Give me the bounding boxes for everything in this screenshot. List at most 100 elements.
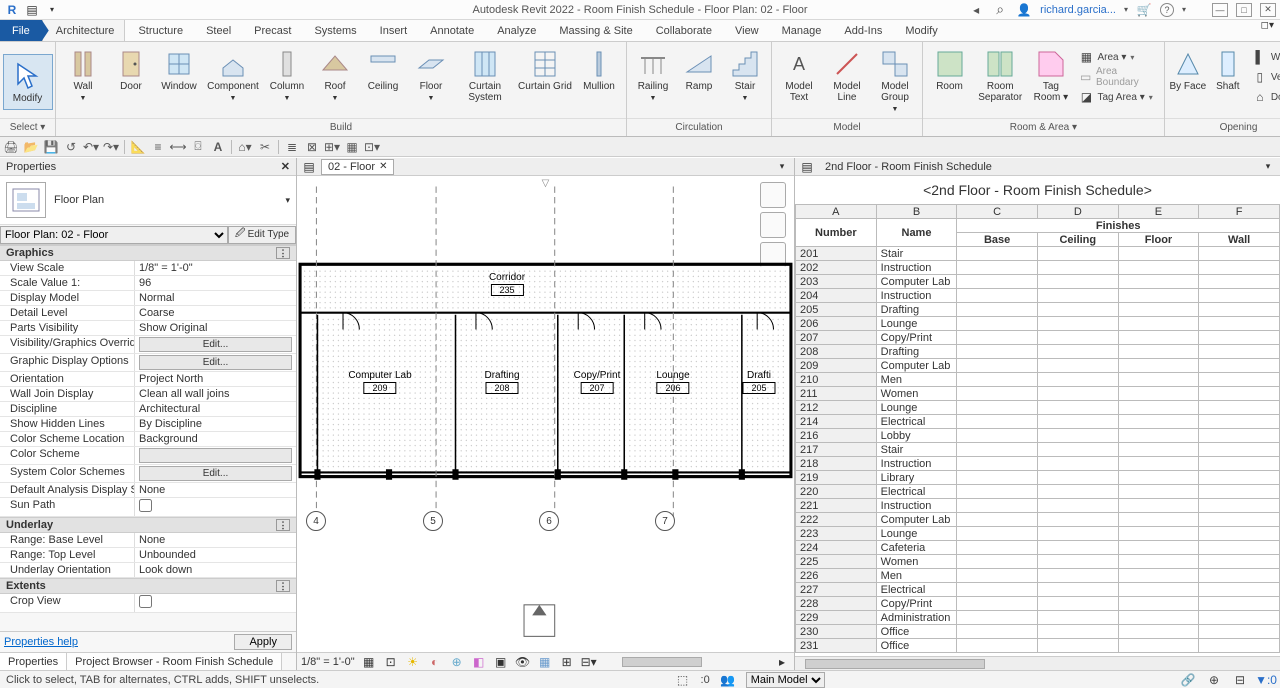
table-row[interactable]: 208Drafting (796, 345, 1280, 359)
prop-row[interactable]: Parts VisibilityShow Original (0, 321, 296, 336)
prop-row[interactable]: View Scale1/8" = 1'-0" (0, 261, 296, 276)
prop-row[interactable]: Range: Base LevelNone (0, 533, 296, 548)
qat-3d-icon[interactable]: ⌂▾ (238, 140, 252, 154)
apply-button[interactable]: Apply (234, 634, 292, 650)
model-group-button[interactable]: Model Group▼ (872, 46, 918, 116)
table-row[interactable]: 223Lounge (796, 527, 1280, 541)
room-separator-button[interactable]: Room Separator (974, 46, 1026, 105)
qat-redo-icon[interactable]: ↷▾ (104, 140, 118, 154)
prop-row[interactable]: System Color SchemesEdit... (0, 465, 296, 483)
prop-row[interactable]: Show Hidden LinesBy Discipline (0, 417, 296, 432)
ramp-button[interactable]: Ramp (677, 46, 721, 94)
ribbon-tab-massing-site[interactable]: Massing & Site (546, 20, 642, 41)
table-row[interactable]: 211Women (796, 387, 1280, 401)
prop-row[interactable]: Display ModelNormal (0, 291, 296, 306)
table-row[interactable]: 224Cafeteria (796, 541, 1280, 555)
qat-text-icon[interactable]: A (211, 140, 225, 154)
column-button[interactable]: Column▼ (264, 46, 310, 105)
ribbon-tab-modify[interactable]: Modify (892, 20, 947, 41)
view-tab-list-icon[interactable]: ▤ (301, 159, 317, 175)
qat-home-icon[interactable]: 🖨 (4, 140, 18, 154)
qat-undo-icon[interactable]: ↶▾ (84, 140, 98, 154)
prop-row[interactable]: Color Scheme LocationBackground (0, 432, 296, 447)
qat-more-icon[interactable]: ⊡▾ (365, 140, 379, 154)
prop-checkbox[interactable] (139, 499, 152, 512)
model-line-button[interactable]: Model Line (824, 46, 870, 105)
prop-row[interactable]: Default Analysis Display St...None (0, 483, 296, 498)
table-row[interactable]: 214Electrical (796, 415, 1280, 429)
prop-row[interactable]: Underlay OrientationLook down (0, 563, 296, 578)
vc-shadow-icon[interactable]: ◐ (427, 654, 443, 670)
ribbon-tab-insert[interactable]: Insert (367, 20, 418, 41)
table-row[interactable]: 220Electrical (796, 485, 1280, 499)
stair-button[interactable]: Stair▼ (723, 46, 767, 105)
table-row[interactable]: 204Instruction (796, 289, 1280, 303)
table-row[interactable]: 227Electrical (796, 583, 1280, 597)
table-row[interactable]: 212Lounge (796, 401, 1280, 415)
prop-row[interactable]: Detail LevelCoarse (0, 306, 296, 321)
prop-row[interactable]: Graphic Display OptionsEdit... (0, 354, 296, 372)
edit-type-button[interactable]: 🖉Edit Type (228, 226, 296, 244)
table-row[interactable]: 219Library (796, 471, 1280, 485)
table-row[interactable]: 222Computer Lab (796, 513, 1280, 527)
view-tab-overflow-icon[interactable]: ▾ (774, 159, 790, 175)
prop-row[interactable]: Sun Path (0, 498, 296, 517)
ribbon-tab-annotate[interactable]: Annotate (417, 20, 484, 41)
schedule-tab[interactable]: 2nd Floor - Room Finish Schedule (819, 159, 998, 175)
tag-room-button[interactable]: Tag Room ▾ (1028, 46, 1073, 105)
panel-bottom-tab-1[interactable]: Project Browser - Room Finish Schedule (67, 653, 282, 670)
scale-display[interactable]: 1/8" = 1'-0" (301, 656, 355, 668)
maximize-button[interactable]: □ (1236, 3, 1252, 17)
grid-bubble[interactable]: 6 (539, 511, 559, 531)
status-editreq-icon[interactable]: ⊕ (1206, 672, 1222, 688)
status-bg-icon[interactable]: ⊟ (1232, 672, 1248, 688)
prop-row[interactable]: Crop View (0, 594, 296, 613)
table-row[interactable]: 217Stair (796, 443, 1280, 457)
qat-open-icon[interactable]: 📂 (24, 140, 38, 154)
qat-dropdown-icon[interactable]: ▾ (44, 2, 60, 18)
schedule-grid[interactable]: ABCDEFNumberNameFinishesBaseCeilingFloor… (795, 204, 1280, 656)
table-row[interactable]: 225Women (796, 555, 1280, 569)
vc-render-icon[interactable]: ⊕ (449, 654, 465, 670)
hscroll-right-icon[interactable]: ▸ (774, 654, 790, 670)
vertical-opening-button[interactable]: ▯Vertical (1253, 68, 1280, 86)
component-button[interactable]: Component▼ (204, 46, 262, 105)
properties-grid[interactable]: Graphics⋮View Scale1/8" = 1'-0"Scale Val… (0, 245, 296, 631)
panel-bottom-tab-0[interactable]: Properties (0, 653, 67, 670)
qat-section-icon[interactable]: ✂ (258, 140, 272, 154)
table-row[interactable]: 216Lobby (796, 429, 1280, 443)
prop-checkbox[interactable] (139, 595, 152, 608)
view-tab-close-icon[interactable]: ✕ (379, 161, 387, 172)
status-worksets-icon[interactable]: 👥 (720, 672, 736, 688)
search-icon[interactable]: ◂ (968, 2, 984, 18)
vc-crop-icon[interactable]: ◧ (471, 654, 487, 670)
qat-tag-icon[interactable]: ⌼ (191, 140, 205, 154)
status-filter-icon[interactable]: ▼:0 (1258, 672, 1274, 688)
prop-row[interactable]: Range: Top LevelUnbounded (0, 548, 296, 563)
user-name[interactable]: richard.garcia... (1040, 4, 1116, 16)
table-row[interactable]: 201Stair (796, 247, 1280, 261)
modify-tool[interactable]: Modify (3, 54, 53, 110)
table-row[interactable]: 202Instruction (796, 261, 1280, 275)
area-boundary-button[interactable]: ▭Area Boundary (1079, 68, 1155, 86)
table-row[interactable]: 206Lounge (796, 317, 1280, 331)
ribbon-collapse-icon[interactable]: ◻▾ (1255, 20, 1280, 41)
table-row[interactable]: 205Drafting (796, 303, 1280, 317)
area-button[interactable]: ▦Area ▾ (1079, 48, 1155, 66)
ribbon-tab-collaborate[interactable]: Collaborate (643, 20, 722, 41)
file-tab[interactable]: File (0, 20, 42, 41)
mullion-button[interactable]: Mullion (576, 46, 622, 94)
ribbon-tab-architecture[interactable]: Architecture (42, 20, 126, 41)
qat-win-icon[interactable]: ▦ (345, 140, 359, 154)
vc-detail-icon[interactable]: ▦ (361, 654, 377, 670)
table-row[interactable]: 226Men (796, 569, 1280, 583)
vc-hide-icon[interactable]: 👁 (515, 654, 531, 670)
table-row[interactable]: 221Instruction (796, 499, 1280, 513)
shaft-button[interactable]: Shaft (1209, 46, 1247, 94)
grid-bubble[interactable]: 4 (306, 511, 326, 531)
model-text-button[interactable]: AModel Text (776, 46, 822, 105)
ceiling-button[interactable]: Ceiling (360, 46, 406, 94)
qat-close-icon[interactable]: ⊠ (305, 140, 319, 154)
table-row[interactable]: 231Office (796, 639, 1280, 653)
room-button[interactable]: Room (927, 46, 972, 94)
